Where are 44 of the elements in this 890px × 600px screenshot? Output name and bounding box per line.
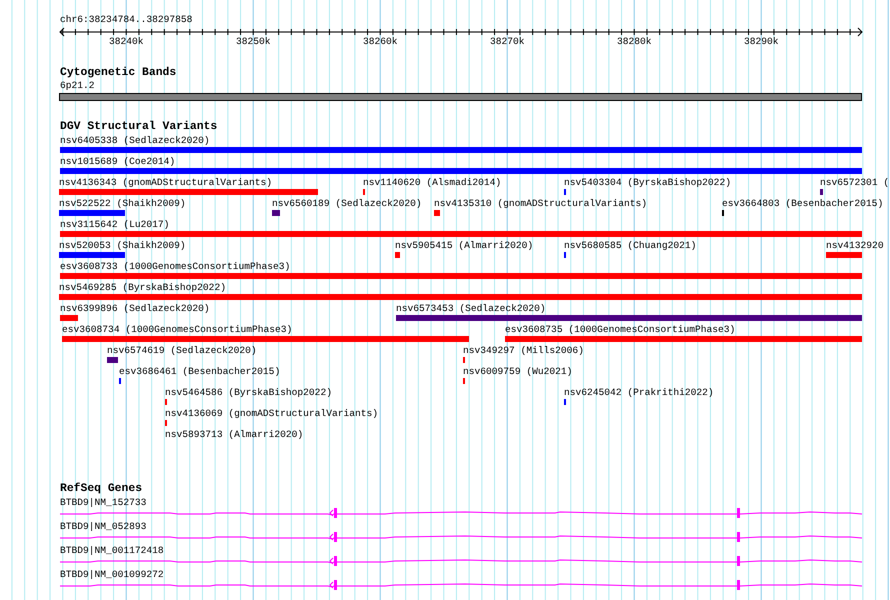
transcript-label: BTBD9|NM_152733 (60, 497, 146, 509)
variant-label: nsv5905415 (Almarri2020) (395, 240, 534, 252)
variant-label: nsv6399896 (Sedlazeck2020) (60, 303, 210, 315)
variant-label: nsv5464586 (ByrskaBishop2022) (165, 387, 332, 399)
variant-label: esv3608735 (1000GenomesConsortiumPhase3) (505, 324, 736, 336)
tick-label: 38270k (490, 36, 524, 48)
tick-label: 38290k (744, 36, 778, 48)
variant-label: nsv6009759 (Wu2021) (463, 366, 572, 378)
transcript-label: BTBD9|NM_052893 (60, 521, 146, 533)
variant-label: nsv4136343 (gnomADStructuralVariants) (59, 177, 272, 189)
variant-label: esv3686461 (Besenbacher2015) (119, 366, 280, 378)
variant-label: nsv3115642 (Lu2017) (60, 219, 170, 231)
variant-label: nsv6572301 ( (820, 177, 890, 189)
variant-label: nsv1140620 (Alsmadi2014) (363, 177, 502, 189)
variant-label: nsv6405338 (Sedlazeck2020) (60, 135, 210, 147)
track-title: DGV Structural Variants (60, 121, 218, 134)
variant-label: esv3664803 (Besenbacher2015) (722, 198, 884, 210)
variant-label: nsv4136069 (gnomADStructuralVariants) (165, 408, 378, 420)
variant-label: nsv6574619 (Sedlazeck2020) (107, 345, 257, 357)
variant-label: esv3608734 (1000GenomesConsortiumPhase3) (62, 324, 292, 336)
tick-label: 38240k (108, 36, 144, 48)
variant-label: nsv5469285 (ByrskaBishop2022) (59, 282, 226, 294)
variant-label: nsv6573453 (Sedlazeck2020) (396, 303, 546, 315)
variant-label: nsv5680585 (Chuang2021) (564, 240, 696, 252)
variant-label: nsv4132920 (826, 240, 884, 252)
variant-label: nsv349297 (Mills2006) (463, 345, 584, 357)
track-title: RefSeq Genes (60, 483, 142, 496)
variant-label: nsv520053 (Shaikh2009) (59, 240, 186, 252)
variant-label: nsv6245042 (Prakrithi2022) (564, 387, 714, 399)
variant-label: nsv4135310 (gnomADStructuralVariants) (434, 198, 648, 210)
variant-label: esv3608733 (1000GenomesConsortiumPhase3) (60, 261, 290, 273)
track-title: Cytogenetic Bands (60, 67, 176, 80)
transcript-label: BTBD9|NM_001172418 (60, 545, 164, 557)
tick-label: 38260k (362, 36, 398, 48)
variant-label: nsv522522 (Shaikh2009) (59, 198, 186, 210)
tick-label: 38280k (616, 36, 652, 48)
location-label: chr6:38234784..38297858 (60, 14, 192, 26)
variant-label: nsv5893713 (Almarri2020) (165, 429, 304, 441)
variant-label: nsv5403304 (ByrskaBishop2022) (564, 177, 731, 189)
variant-label: nsv1015689 (Coe2014) (60, 156, 176, 168)
tick-label: 38250k (236, 36, 270, 48)
variant-label: nsv6560189 (Sedlazeck2020) (272, 198, 422, 210)
transcript-label: BTBD9|NM_001099272 (60, 569, 164, 581)
band-label: 6p21.2 (60, 80, 95, 92)
